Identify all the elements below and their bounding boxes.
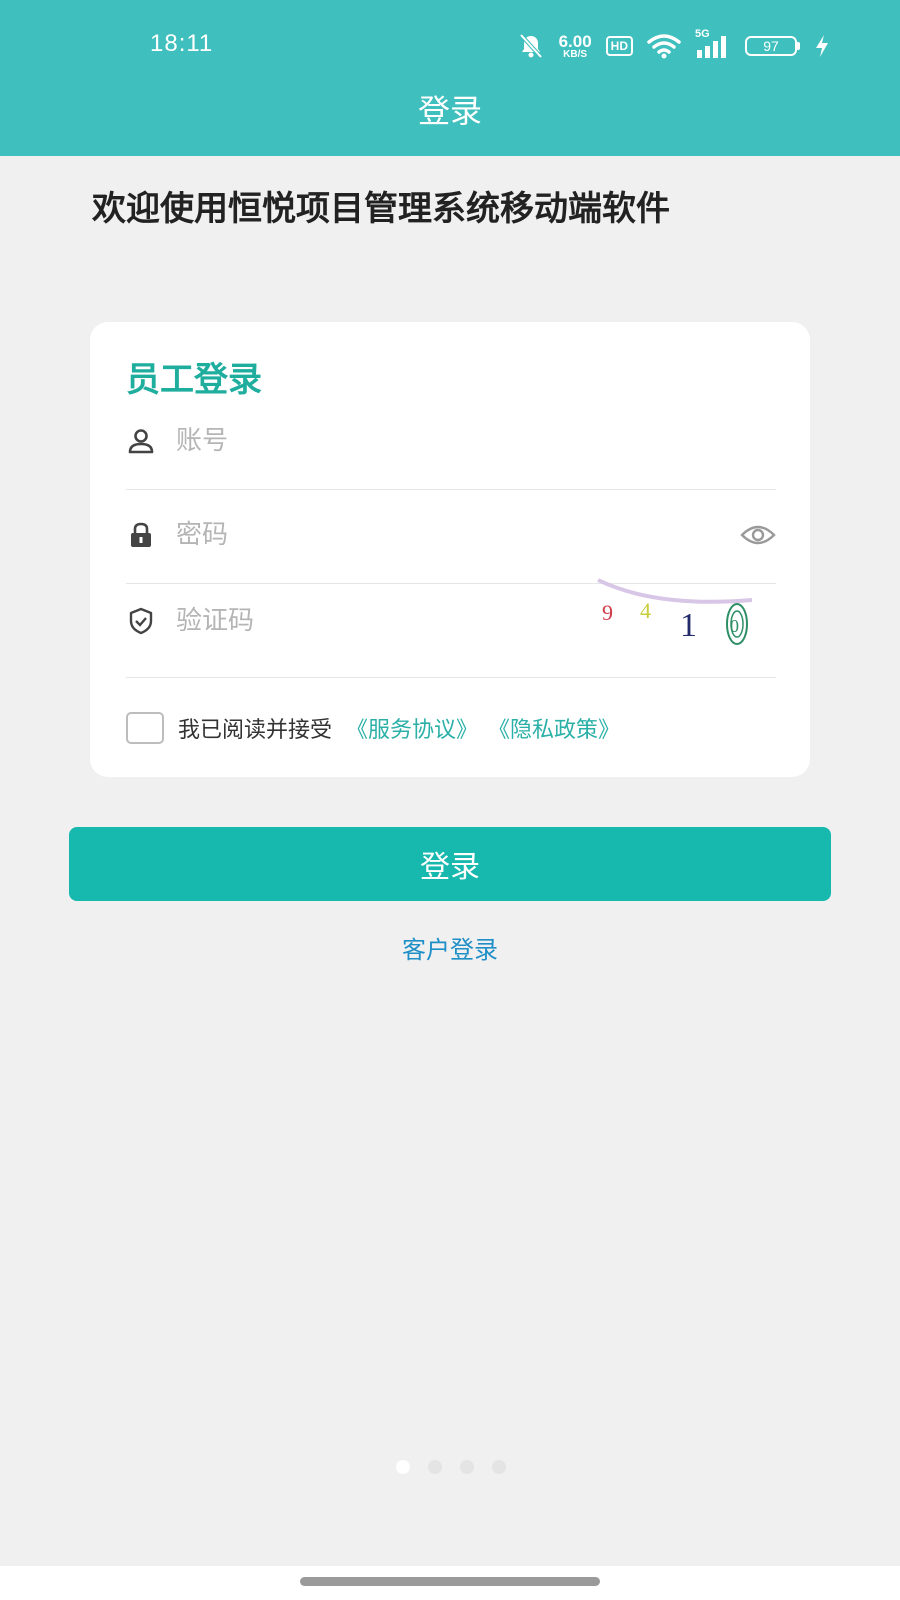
page-dot-2 <box>428 1460 442 1474</box>
battery-level: 97 <box>745 36 797 56</box>
status-icons: 6.00 KB/S HD 5G 97 <box>517 28 830 64</box>
battery-icon: 97 <box>745 36 800 56</box>
captcha-input[interactable] <box>176 598 636 644</box>
user-icon <box>128 429 154 454</box>
captcha-char-4: 0 <box>730 616 739 636</box>
home-indicator[interactable] <box>300 1577 600 1586</box>
agree-text: 我已阅读并接受 <box>178 718 333 743</box>
page-indicator <box>396 1460 506 1474</box>
captcha-char-3: 1 <box>680 607 697 644</box>
hd-badge: HD <box>605 36 633 56</box>
captcha-char-2: 4 <box>640 598 651 623</box>
privacy-policy-link[interactable]: 《隐私政策》 <box>488 712 620 744</box>
service-agreement-link[interactable]: 《服务协议》 <box>346 712 478 744</box>
status-bar: 18:11 6.00 KB/S HD 5G 97 <box>0 24 900 68</box>
signal-icon: 5G <box>695 28 731 60</box>
net-speed: 6.00 KB/S <box>559 33 592 60</box>
charging-icon <box>816 35 828 57</box>
mute-bell-icon <box>519 33 543 59</box>
net-speed-unit: KB/S <box>563 48 588 60</box>
card-title: 员工登录 <box>126 360 262 400</box>
eye-icon[interactable] <box>740 520 776 550</box>
agree-checkbox[interactable] <box>126 712 164 744</box>
account-input[interactable] <box>176 418 636 464</box>
captcha-char-1: 9 <box>602 600 613 625</box>
wifi-icon <box>647 34 681 59</box>
page-dot-4 <box>492 1460 506 1474</box>
app-header: 18:11 6.00 KB/S HD 5G 97 登录 <box>0 0 900 156</box>
password-input[interactable] <box>176 512 636 558</box>
shield-icon <box>129 607 153 635</box>
agreement-row: 我已阅读并接受 《服务协议》 《隐私政策》 <box>126 712 630 744</box>
page-dot-3 <box>460 1460 474 1474</box>
page-title: 登录 <box>417 92 482 130</box>
welcome-text: 欢迎使用恒悦项目管理系统移动端软件 <box>92 189 670 229</box>
client-login-link[interactable]: 客户登录 <box>0 930 900 965</box>
login-button[interactable]: 登录 <box>69 827 831 901</box>
password-field <box>126 490 776 584</box>
captcha-image[interactable]: 9 4 1 0 <box>596 578 766 658</box>
captcha-field: 9 4 1 0 <box>126 578 776 678</box>
net-speed-value: 6.00 <box>558 31 592 51</box>
lock-icon <box>131 522 151 547</box>
status-time: 18:11 <box>150 30 214 57</box>
page-dot-1 <box>396 1460 410 1474</box>
account-field <box>126 396 776 490</box>
login-card: 员工登录 9 4 1 0 <box>90 322 810 777</box>
